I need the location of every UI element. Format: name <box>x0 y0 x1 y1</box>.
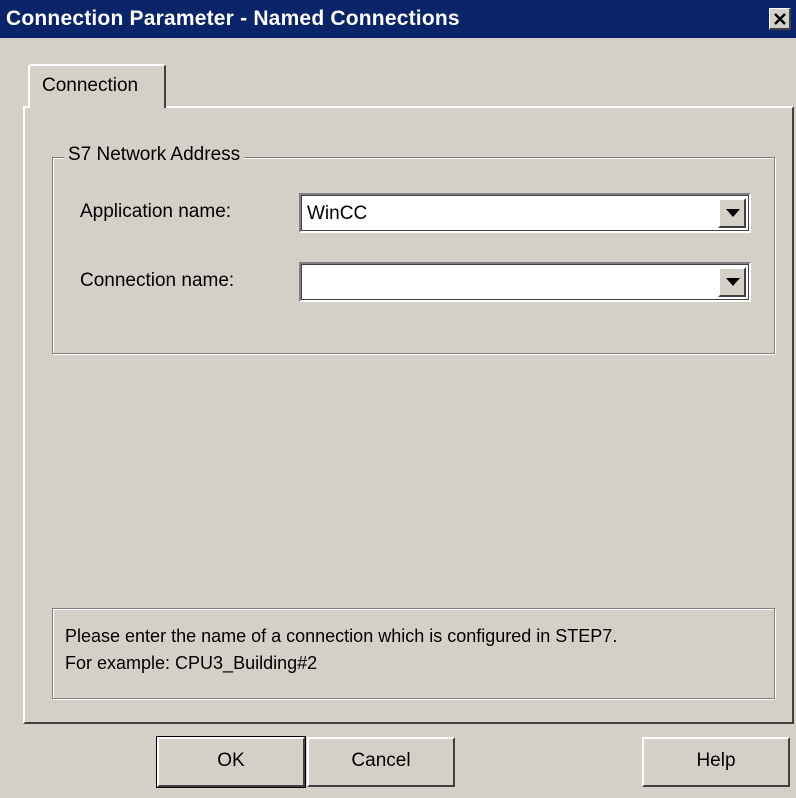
application-name-value: WinCC <box>307 203 368 224</box>
connection-name-combobox[interactable] <box>299 262 751 302</box>
tab-connection[interactable]: Connection <box>28 64 166 108</box>
tab-label: Connection <box>42 75 139 96</box>
hint-text-line-1: Please enter the name of a connection wh… <box>65 626 618 646</box>
help-button[interactable]: Help <box>642 737 790 787</box>
application-name-combobox[interactable]: WinCC <box>299 193 751 233</box>
cancel-button[interactable]: Cancel <box>307 737 455 787</box>
title-bar: Connection Parameter - Named Connections <box>0 0 796 38</box>
connection-name-label: Connection name: <box>80 270 235 291</box>
chevron-down-icon <box>726 209 740 217</box>
connection-dropdown-button[interactable] <box>718 267 746 297</box>
close-button[interactable] <box>769 8 791 30</box>
window-title: Connection Parameter - Named Connections <box>6 7 460 30</box>
hint-text-line-2: For example: CPU3_Building#2 <box>65 653 318 673</box>
close-icon <box>774 13 786 25</box>
application-dropdown-button[interactable] <box>718 198 746 228</box>
group-legend: S7 Network Address <box>64 144 245 166</box>
application-name-label: Application name: <box>80 201 232 222</box>
ok-button[interactable]: OK <box>156 736 306 788</box>
network-address-group <box>52 157 775 354</box>
chevron-down-icon <box>726 278 740 286</box>
